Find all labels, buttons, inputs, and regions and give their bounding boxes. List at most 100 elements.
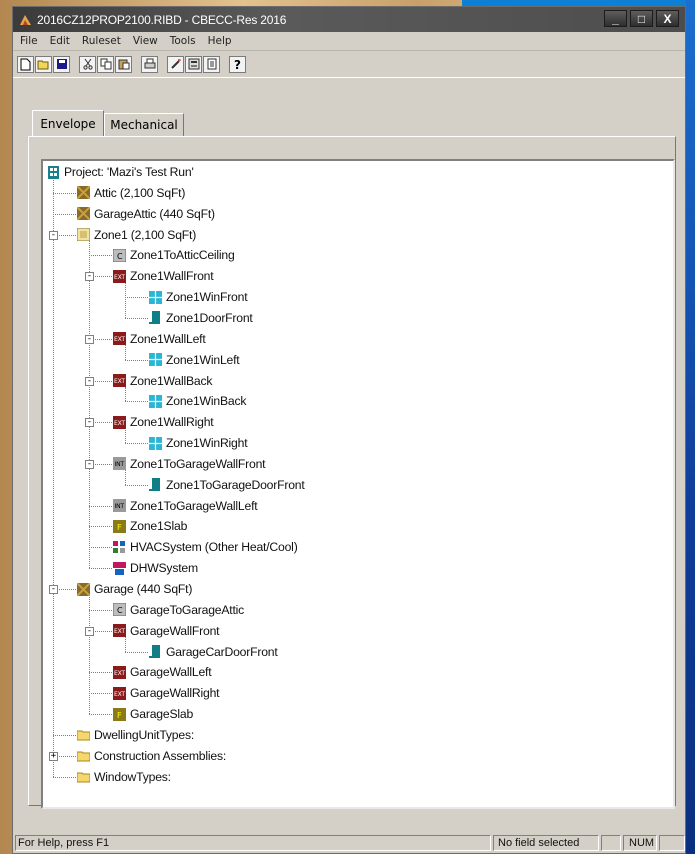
folder-icon bbox=[77, 730, 90, 741]
menu-help[interactable]: Help bbox=[202, 35, 238, 47]
menu-view[interactable]: View bbox=[127, 35, 164, 47]
collapse-toggle[interactable]: - bbox=[85, 376, 94, 386]
print-icon bbox=[144, 58, 155, 69]
tree-node[interactable]: INT Zone1ToGarageWallFront bbox=[113, 454, 266, 474]
tree-node[interactable]: DwellingUnitTypes: bbox=[77, 725, 194, 745]
tree-node[interactable]: EXT GarageWallLeft bbox=[113, 662, 212, 682]
tree-connector bbox=[53, 734, 76, 736]
tree-node-label: GarageToGarageAttic bbox=[130, 602, 245, 617]
maximize-button[interactable]: □ bbox=[630, 10, 653, 27]
maximize-icon: □ bbox=[637, 11, 646, 26]
tree-node[interactable]: C Zone1ToAtticCeiling bbox=[113, 245, 235, 265]
collapse-toggle[interactable]: - bbox=[49, 230, 58, 240]
tab-envelope[interactable]: Envelope bbox=[32, 110, 104, 136]
tree-node[interactable]: Zone1WinRight bbox=[149, 433, 248, 453]
tree-node-label: Zone1WallLeft bbox=[130, 331, 206, 346]
open-button[interactable] bbox=[35, 55, 52, 73]
collapse-toggle[interactable]: - bbox=[85, 272, 94, 282]
paste-button[interactable] bbox=[115, 55, 132, 73]
tree-node-label: GarageCarDoorFront bbox=[166, 644, 278, 659]
tree-node-label: DwellingUnitTypes: bbox=[94, 727, 195, 742]
expand-toggle[interactable]: + bbox=[49, 751, 58, 761]
folder-icon bbox=[77, 772, 90, 783]
ext-wall-icon: EXT bbox=[113, 686, 126, 700]
tree-node-label: Zone1WinFront bbox=[166, 290, 248, 305]
toolbar: ? bbox=[13, 51, 685, 78]
collapse-toggle[interactable]: - bbox=[49, 585, 58, 594]
svg-text:EXT: EXT bbox=[114, 420, 125, 427]
window-title: 2016CZ12PROP2100.RIBD - CBECC-Res 2016 bbox=[37, 12, 287, 27]
paste-icon bbox=[118, 59, 129, 70]
tree-node[interactable]: EXT GarageWallFront bbox=[113, 621, 220, 641]
title-bar[interactable]: 2016CZ12PROP2100.RIBD - CBECC-Res 2016 _… bbox=[13, 7, 685, 32]
tree-node[interactable]: GarageAttic (440 SqFt) bbox=[77, 204, 215, 224]
calculator-button[interactable] bbox=[185, 55, 202, 73]
tree-node[interactable]: F Zone1Slab bbox=[113, 516, 187, 536]
collapse-toggle[interactable]: - bbox=[85, 418, 94, 428]
new-button[interactable] bbox=[17, 55, 34, 73]
tree-node[interactable]: Zone1WinBack bbox=[149, 391, 246, 411]
tree-node[interactable]: F GarageSlab bbox=[113, 704, 193, 724]
collapse-toggle[interactable]: - bbox=[85, 334, 94, 344]
status-pane-empty bbox=[601, 835, 621, 851]
tree-node[interactable]: Zone1DoorFront bbox=[149, 308, 253, 328]
help-button[interactable]: ? bbox=[229, 55, 246, 73]
svg-text:?: ? bbox=[234, 58, 241, 71]
menu-file[interactable]: File bbox=[14, 35, 44, 47]
copy-button[interactable] bbox=[97, 55, 114, 73]
tree-connector bbox=[125, 297, 148, 299]
tree-node[interactable]: EXT Zone1WallFront bbox=[113, 266, 214, 286]
tree-node-label: Zone1ToGarageWallLeft bbox=[130, 498, 258, 513]
close-button[interactable]: X bbox=[656, 10, 679, 27]
svg-text:EXT: EXT bbox=[114, 378, 125, 385]
collapse-toggle[interactable]: - bbox=[85, 626, 94, 636]
tree-node[interactable]: Construction Assemblies: bbox=[77, 746, 226, 766]
tree-node[interactable]: EXT Zone1WallBack bbox=[113, 371, 212, 391]
tree-node[interactable]: Garage (440 SqFt) bbox=[77, 579, 192, 599]
svg-text:EXT: EXT bbox=[114, 670, 125, 677]
tree-node[interactable]: Zone1WinFront bbox=[149, 287, 248, 307]
tree-node-label: GarageWallLeft bbox=[130, 665, 212, 680]
menu-edit[interactable]: Edit bbox=[44, 35, 76, 47]
menu-ruleset[interactable]: Ruleset bbox=[76, 35, 127, 47]
tree-node[interactable]: Project: 'Mazi's Test Run' bbox=[47, 162, 194, 182]
tree-node[interactable]: GarageCarDoorFront bbox=[149, 642, 278, 662]
window-icon bbox=[149, 394, 162, 408]
tree-node-label: Project: 'Mazi's Test Run' bbox=[64, 165, 194, 179]
wizard-button[interactable] bbox=[167, 55, 184, 73]
tree-node[interactable]: EXT GarageWallRight bbox=[113, 683, 220, 703]
ext-wall-icon: EXT bbox=[113, 374, 126, 387]
tree-guide-line bbox=[89, 595, 90, 715]
tree-node[interactable]: Zone1ToGarageDoorFront bbox=[149, 475, 305, 495]
folder-icon bbox=[77, 751, 90, 762]
minimize-button[interactable]: _ bbox=[604, 10, 627, 27]
dhw-icon bbox=[113, 561, 126, 575]
minimize-icon: _ bbox=[612, 11, 619, 26]
tree-node[interactable]: HVACSystem (Other Heat/Cool) bbox=[113, 537, 298, 557]
tree-node[interactable]: EXT Zone1WallLeft bbox=[113, 329, 206, 349]
tree-node[interactable]: EXT Zone1WallRight bbox=[113, 412, 214, 432]
app-icon bbox=[20, 14, 31, 25]
collapse-toggle[interactable]: - bbox=[85, 459, 94, 469]
save-button[interactable] bbox=[53, 55, 70, 73]
tree-node[interactable]: Zone1 (2,100 SqFt) bbox=[77, 225, 196, 245]
building-tree[interactable]: Project: 'Mazi's Test Run' Attic (2,100 S… bbox=[41, 159, 675, 809]
tree-node-label: Zone1ToGarageDoorFront bbox=[166, 477, 305, 492]
tree-node-label: Zone1WinLeft bbox=[166, 352, 240, 367]
tab-mechanical[interactable]: Mechanical bbox=[104, 113, 184, 136]
tree-node[interactable]: DHWSystem bbox=[113, 558, 198, 578]
slab-icon: F bbox=[113, 519, 126, 533]
menu-tools[interactable]: Tools bbox=[164, 35, 202, 47]
tree-node-label: GarageWallFront bbox=[130, 623, 220, 638]
tree-node[interactable]: WindowTypes: bbox=[77, 767, 171, 787]
print-button[interactable] bbox=[141, 55, 158, 73]
tree-node[interactable]: C GarageToGarageAttic bbox=[113, 600, 244, 620]
door-icon bbox=[149, 645, 160, 659]
tree-node[interactable]: Attic (2,100 SqFt) bbox=[77, 183, 185, 203]
tree-node[interactable]: Zone1WinLeft bbox=[149, 350, 240, 370]
help-icon: ? bbox=[234, 58, 241, 71]
door-icon bbox=[149, 478, 160, 492]
report-button[interactable] bbox=[203, 55, 220, 73]
tree-node[interactable]: INT Zone1ToGarageWallLeft bbox=[113, 496, 258, 516]
cut-button[interactable] bbox=[79, 55, 96, 73]
